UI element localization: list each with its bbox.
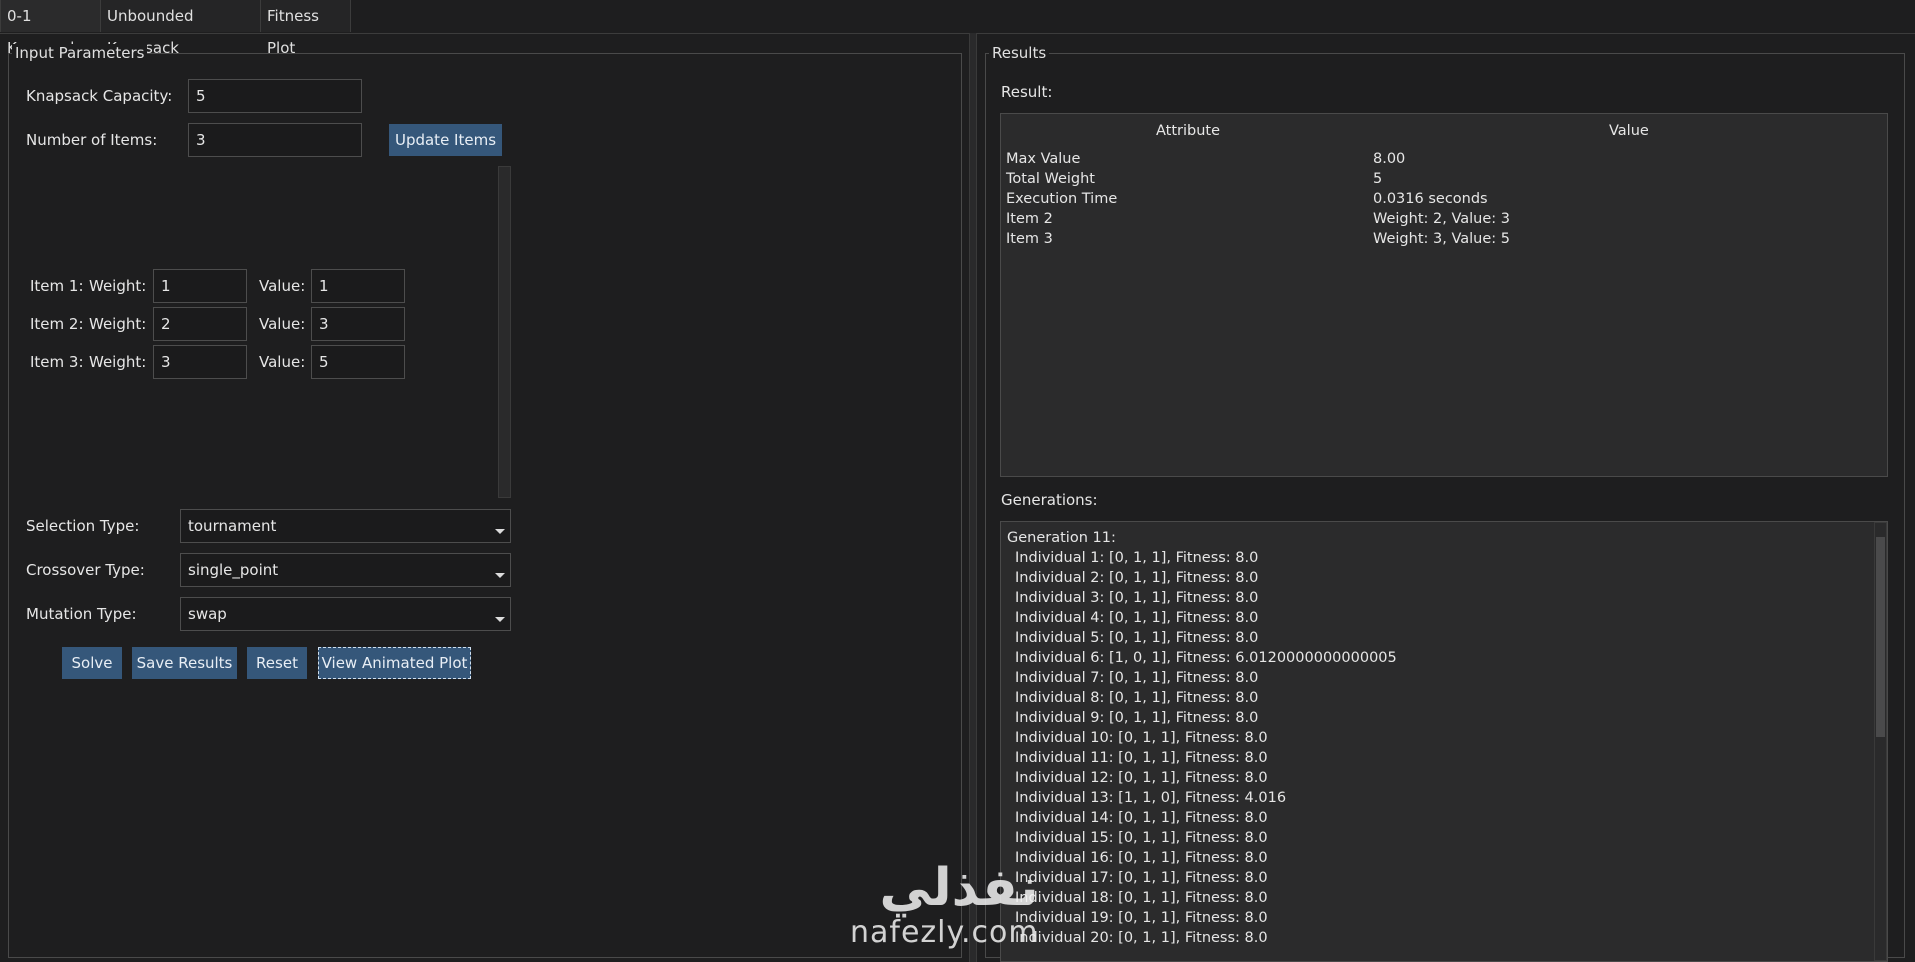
item-3-weight-input[interactable]: 3 (153, 345, 247, 379)
list-item: Individual 15: [0, 1, 1], Fitness: 8.0 (1015, 830, 1268, 846)
column-header-attribute[interactable]: Attribute (1156, 123, 1220, 139)
list-item: Individual 1: [0, 1, 1], Fitness: 8.0 (1015, 550, 1259, 566)
capacity-input[interactable]: 5 (188, 79, 362, 113)
crossover-type-label: Crossover Type: (26, 561, 145, 579)
table-cell-attribute: Item 2 (1006, 211, 1053, 227)
list-item: Individual 4: [0, 1, 1], Fitness: 8.0 (1015, 610, 1259, 626)
column-header-value[interactable]: Value (1609, 123, 1649, 139)
generations-label: Generations: (1001, 491, 1098, 509)
input-parameters-group (8, 53, 962, 958)
item-2-label: Item 2: (30, 315, 84, 333)
solve-button[interactable]: Solve (62, 647, 122, 679)
item-3-value-label: Value: (259, 353, 306, 371)
list-item: Individual 20: [0, 1, 1], Fitness: 8.0 (1015, 930, 1268, 946)
table-cell-value: Weight: 2, Value: 3 (1373, 211, 1510, 227)
item-2-weight-label: Weight: (89, 315, 147, 333)
list-item: Individual 5: [0, 1, 1], Fitness: 8.0 (1015, 630, 1259, 646)
panel-splitter[interactable] (969, 33, 977, 962)
result-label: Result: (1001, 83, 1053, 101)
list-item: Individual 18: [0, 1, 1], Fitness: 8.0 (1015, 890, 1268, 906)
table-cell-value: 0.0316 seconds (1373, 191, 1488, 207)
list-item: Individual 11: [0, 1, 1], Fitness: 8.0 (1015, 750, 1268, 766)
tab-unbounded-knapsack[interactable]: Unbounded Knapsack (101, 0, 261, 57)
selection-type-select[interactable]: tournament (180, 509, 511, 543)
list-item: Individual 7: [0, 1, 1], Fitness: 8.0 (1015, 670, 1259, 686)
item-2-value-label: Value: (259, 315, 306, 333)
item-1-weight-label: Weight: (89, 277, 147, 295)
item-3-weight-label: Weight: (89, 353, 147, 371)
table-cell-value: Weight: 3, Value: 5 (1373, 231, 1510, 247)
chevron-down-icon (495, 617, 505, 622)
reset-button[interactable]: Reset (247, 647, 307, 679)
table-cell-value: 5 (1373, 171, 1383, 187)
items-scrollbar[interactable] (498, 166, 511, 498)
list-item: Individual 8: [0, 1, 1], Fitness: 8.0 (1015, 690, 1259, 706)
mutation-type-select[interactable]: swap (180, 597, 511, 631)
item-1-label: Item 1: (30, 277, 84, 295)
item-1-weight-input[interactable]: 1 (153, 269, 247, 303)
selection-type-label: Selection Type: (26, 517, 140, 535)
item-1-value-input[interactable]: 1 (311, 269, 405, 303)
selection-type-value: tournament (188, 517, 277, 535)
table-cell-attribute: Total Weight (1006, 171, 1095, 187)
mutation-type-label: Mutation Type: (26, 605, 137, 623)
list-item: Individual 3: [0, 1, 1], Fitness: 8.0 (1015, 590, 1259, 606)
capacity-label: Knapsack Capacity: (26, 87, 173, 105)
crossover-type-value: single_point (188, 561, 279, 579)
table-cell-attribute: Execution Time (1006, 191, 1118, 207)
mutation-type-value: swap (188, 605, 227, 623)
item-2-weight-input[interactable]: 2 (153, 307, 247, 341)
list-item: Individual 17: [0, 1, 1], Fitness: 8.0 (1015, 870, 1268, 886)
num-items-input[interactable]: 3 (188, 123, 362, 157)
update-items-button[interactable]: Update Items (389, 124, 502, 156)
item-3-value-input[interactable]: 5 (311, 345, 405, 379)
list-item: Individual 12: [0, 1, 1], Fitness: 8.0 (1015, 770, 1268, 786)
result-table: Attribute Value Max Value 8.00 Total Wei… (1000, 113, 1888, 477)
chevron-down-icon (495, 573, 505, 578)
list-item: Individual 2: [0, 1, 1], Fitness: 8.0 (1015, 570, 1259, 586)
generation-header: Generation 11: (1007, 530, 1116, 546)
list-item: Individual 14: [0, 1, 1], Fitness: 8.0 (1015, 810, 1268, 826)
generations-scrollbar[interactable] (1874, 522, 1887, 961)
list-item: Individual 10: [0, 1, 1], Fitness: 8.0 (1015, 730, 1268, 746)
list-item: Individual 13: [1, 1, 0], Fitness: 4.016 (1015, 790, 1287, 806)
save-results-button[interactable]: Save Results (132, 647, 237, 679)
list-item: Individual 16: [0, 1, 1], Fitness: 8.0 (1015, 850, 1268, 866)
tab-fitness-plot[interactable]: Fitness Plot (261, 0, 351, 57)
input-parameters-title: Input Parameters (12, 44, 148, 62)
list-item: Individual 6: [1, 0, 1], Fitness: 6.0120… (1015, 650, 1397, 666)
tab-bar: 0-1 Knapsack Unbounded Knapsack Fitness … (0, 0, 1915, 57)
num-items-label: Number of Items: (26, 131, 158, 149)
results-title: Results (989, 44, 1050, 62)
table-cell-attribute: Item 3 (1006, 231, 1053, 247)
crossover-type-select[interactable]: single_point (180, 553, 511, 587)
table-cell-value: 8.00 (1373, 151, 1406, 167)
view-animated-plot-button[interactable]: View Animated Plot (318, 647, 471, 679)
table-cell-attribute: Max Value (1006, 151, 1081, 167)
chevron-down-icon (495, 529, 505, 534)
generations-textbox[interactable]: Generation 11: Individual 1: [0, 1, 1], … (1000, 521, 1888, 962)
list-item: Individual 9: [0, 1, 1], Fitness: 8.0 (1015, 710, 1259, 726)
list-item: Individual 19: [0, 1, 1], Fitness: 8.0 (1015, 910, 1268, 926)
item-2-value-input[interactable]: 3 (311, 307, 405, 341)
item-3-label: Item 3: (30, 353, 84, 371)
tab-0-1-knapsack[interactable]: 0-1 Knapsack (0, 0, 101, 57)
item-1-value-label: Value: (259, 277, 306, 295)
scrollbar-thumb[interactable] (1876, 537, 1885, 737)
